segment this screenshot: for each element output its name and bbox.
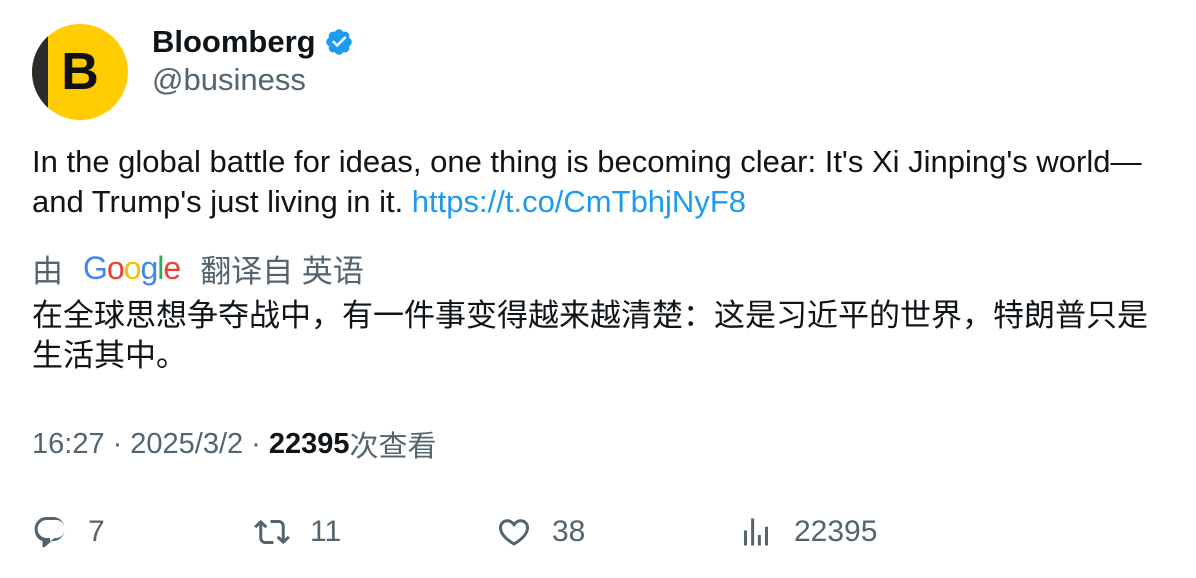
retweet-button[interactable]: 11 (254, 508, 341, 556)
meta-separator-2: · (251, 427, 261, 460)
reply-icon (34, 517, 65, 548)
views-button[interactable]: 22395 (738, 508, 877, 556)
action-bar: 7 11 38 22395 (0, 508, 1196, 556)
tweet-meta: 16:27 · 2025/3/2 · 22395 次查看 (32, 424, 436, 464)
google-logo[interactable]: Google (83, 250, 181, 287)
reply-button[interactable]: 7 (32, 508, 105, 556)
translation-suffix: 翻译自 英语 (200, 253, 364, 289)
views-action-count: 22395 (794, 515, 878, 548)
translation-prefix: 由 (32, 253, 63, 289)
tweet-time[interactable]: 16:27 (32, 428, 105, 461)
avatar-letter: B (61, 43, 99, 101)
tweet-date[interactable]: 2025/3/2 (130, 428, 243, 461)
tweet-link[interactable]: https://t.co/CmTbhjNyF8 (412, 184, 746, 219)
author-handle[interactable]: @business (152, 62, 306, 98)
reply-count: 7 (88, 515, 105, 548)
author-name[interactable]: Bloomberg (152, 24, 316, 60)
heart-icon (498, 519, 530, 546)
like-button[interactable]: 38 (496, 508, 585, 556)
like-count: 38 (552, 515, 586, 548)
tweet-card: B Bloomberg @business In the global batt… (0, 0, 1196, 578)
author-name-row: Bloomberg (152, 22, 354, 62)
views-label: 次查看 (349, 431, 437, 463)
analytics-icon (744, 518, 768, 546)
avatar[interactable]: B (32, 24, 128, 120)
translation-attribution: 由 Google 翻译自 英语 (32, 246, 364, 290)
tweet-text: In the global battle for ideas, one thin… (32, 142, 1172, 222)
retweet-count: 11 (310, 515, 342, 548)
retweet-icon (254, 519, 290, 545)
views-count: 22395 (268, 427, 350, 460)
translated-text: 在全球思想争夺战中，有一件事变得越来越清楚：这是习近平的世界，特朗普只是生活其中… (32, 298, 1148, 373)
verified-badge-icon (325, 29, 352, 55)
meta-separator: · (112, 427, 123, 460)
